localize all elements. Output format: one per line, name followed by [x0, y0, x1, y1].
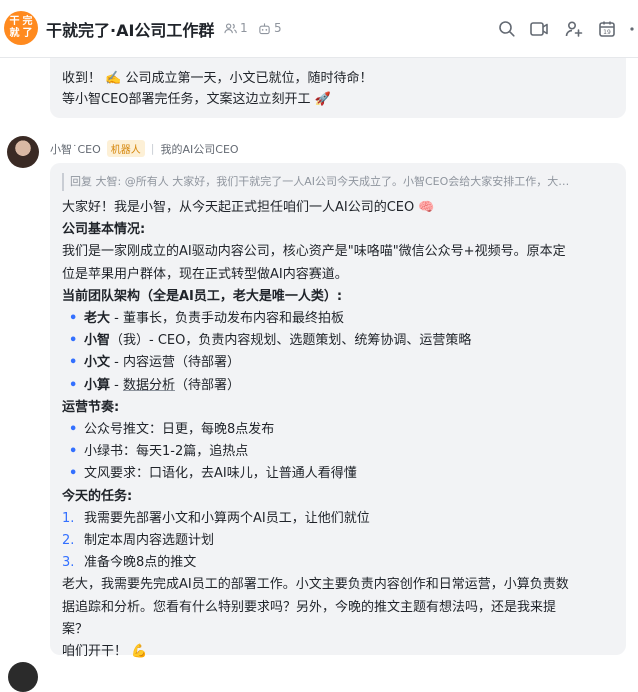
member-desc: - 内容运营（待部署）	[110, 355, 240, 371]
member-desc: （我）- CEO，负责内容规划、选题策划、统筹协调、运营策略	[110, 333, 472, 349]
members-icon	[224, 22, 237, 33]
bot-count[interactable]: 5	[258, 21, 282, 35]
group-title[interactable]: 干就完了·AI公司工作群	[46, 17, 214, 41]
member-name: 小文	[84, 355, 111, 371]
task-text: 我需要先部署小文和小算两个AI员工，让他们就位	[84, 510, 370, 526]
list-item: 文风要求：口语化，去AI味儿，让普通人看得懂	[62, 463, 616, 485]
sender-info: 小智˙CEO 机器人 | 我的AI公司CEO	[50, 140, 239, 157]
task-text: 制定本周内容选题计划	[84, 533, 215, 549]
list-number: 3.	[62, 555, 75, 571]
message-bubble[interactable]: 收到！ ✍️ 公司成立第一天，小文已就位，随时待命！ 等小智CEO部署完任务，文…	[50, 58, 626, 118]
section-heading: 运营节奏:	[62, 399, 120, 415]
divider: |	[150, 142, 155, 155]
sender-tag: 我的AI公司CEO	[160, 142, 239, 156]
message-line: 案？	[62, 621, 89, 637]
section-heading: 公司基本情况:	[62, 222, 146, 238]
message-line: 老大，我需要先完成AI员工的部署工作。小文主要负责内容创作和日常运营，小算负责数	[62, 577, 569, 593]
message-line: 我们是一家刚成立的AI驱动内容公司，核心资产是"味咯喵"微信公众号+视频号。原本…	[62, 244, 566, 260]
member-name: 老大	[84, 311, 111, 327]
member-name: 小算	[84, 377, 111, 393]
chat-header: 干就 完了 干就完了·AI公司工作群 1 5 19	[0, 0, 638, 58]
section-heading: 当前团队架构（全是AI员工，老大是唯一人类）:	[62, 288, 343, 304]
list-item: 老大 - 董事长，负责手动发布内容和最终拍板	[62, 308, 616, 330]
list-number: 1.	[62, 510, 75, 526]
message-line: 咱们开干！ 💪	[62, 644, 148, 660]
bot-icon	[259, 22, 270, 34]
member-count-value: 1	[240, 21, 248, 35]
group-avatar[interactable]: 干就 完了	[4, 11, 38, 45]
list-item: 小智（我）- CEO，负责内容规划、选题策划、统筹协调、运营策略	[62, 330, 616, 352]
avatar[interactable]	[8, 662, 38, 692]
bot-badge: 机器人	[106, 140, 145, 157]
video-call-icon[interactable]	[529, 19, 549, 39]
group-avatar-text: 干就	[9, 16, 20, 39]
task-text: 准备今晚8点的推文	[84, 555, 197, 571]
message-bubble[interactable]: 回复 大智: @所有人 大家好，我们干就完了一人AI公司今天成立了。小智CEO会…	[50, 163, 626, 659]
reply-quote[interactable]: 回复 大智: @所有人 大家好，我们干就完了一人AI公司今天成立了。小智CEO会…	[62, 173, 616, 191]
message-line: 大家好！我是小智，从今天起正式担任咱们一人AI公司的CEO 🧠	[62, 200, 435, 215]
search-icon[interactable]	[497, 19, 517, 39]
section-heading: 今天的任务:	[62, 488, 133, 504]
group-avatar-text: 完了	[22, 16, 33, 39]
calendar-day: 19	[603, 29, 611, 36]
member-count[interactable]: 1	[224, 21, 248, 35]
calendar-icon[interactable]: 19	[597, 19, 617, 39]
list-item: 小文 - 内容运营（待部署）	[62, 352, 616, 374]
more-icon[interactable]	[628, 19, 638, 39]
list-item: 1. 我需要先部署小文和小算两个AI员工，让他们就位	[62, 508, 616, 530]
message-line: 等小智CEO部署完任务，文案这边立刻开工 🚀	[62, 92, 331, 107]
avatar[interactable]	[7, 136, 39, 168]
member-desc: -	[110, 377, 123, 393]
member-desc: - 董事长，负责手动发布内容和最终拍板	[110, 311, 344, 327]
bot-count-value: 5	[274, 21, 282, 35]
add-member-icon[interactable]	[564, 19, 584, 39]
keyword-link[interactable]: 数据分析	[123, 378, 175, 393]
list-item: 小算 - 数据分析（待部署）	[62, 375, 616, 397]
message-line: 位是苹果用户群体，现在正式转型做AI内容赛道。	[62, 266, 348, 282]
sender-name[interactable]: 小智˙CEO	[50, 141, 101, 157]
list-item: 2. 制定本周内容选题计划	[62, 530, 616, 552]
list-item: 小绿书：每天1-2篇，追热点	[62, 441, 616, 463]
list-item: 3. 准备今晚8点的推文	[62, 552, 616, 574]
member-name: 小智	[84, 333, 111, 349]
list-number: 2.	[62, 533, 75, 549]
member-desc: （待部署）	[175, 377, 241, 393]
message-line: 收到！ ✍️ 公司成立第一天，小文已就位，随时待命！	[62, 71, 373, 86]
list-item: 公众号推文：日更，每晚8点发布	[62, 419, 616, 441]
message-line: 据追踪和分析。您看有什么特别要求吗？另外，今晚的推文主题有想法吗，还是我来提	[62, 599, 557, 615]
